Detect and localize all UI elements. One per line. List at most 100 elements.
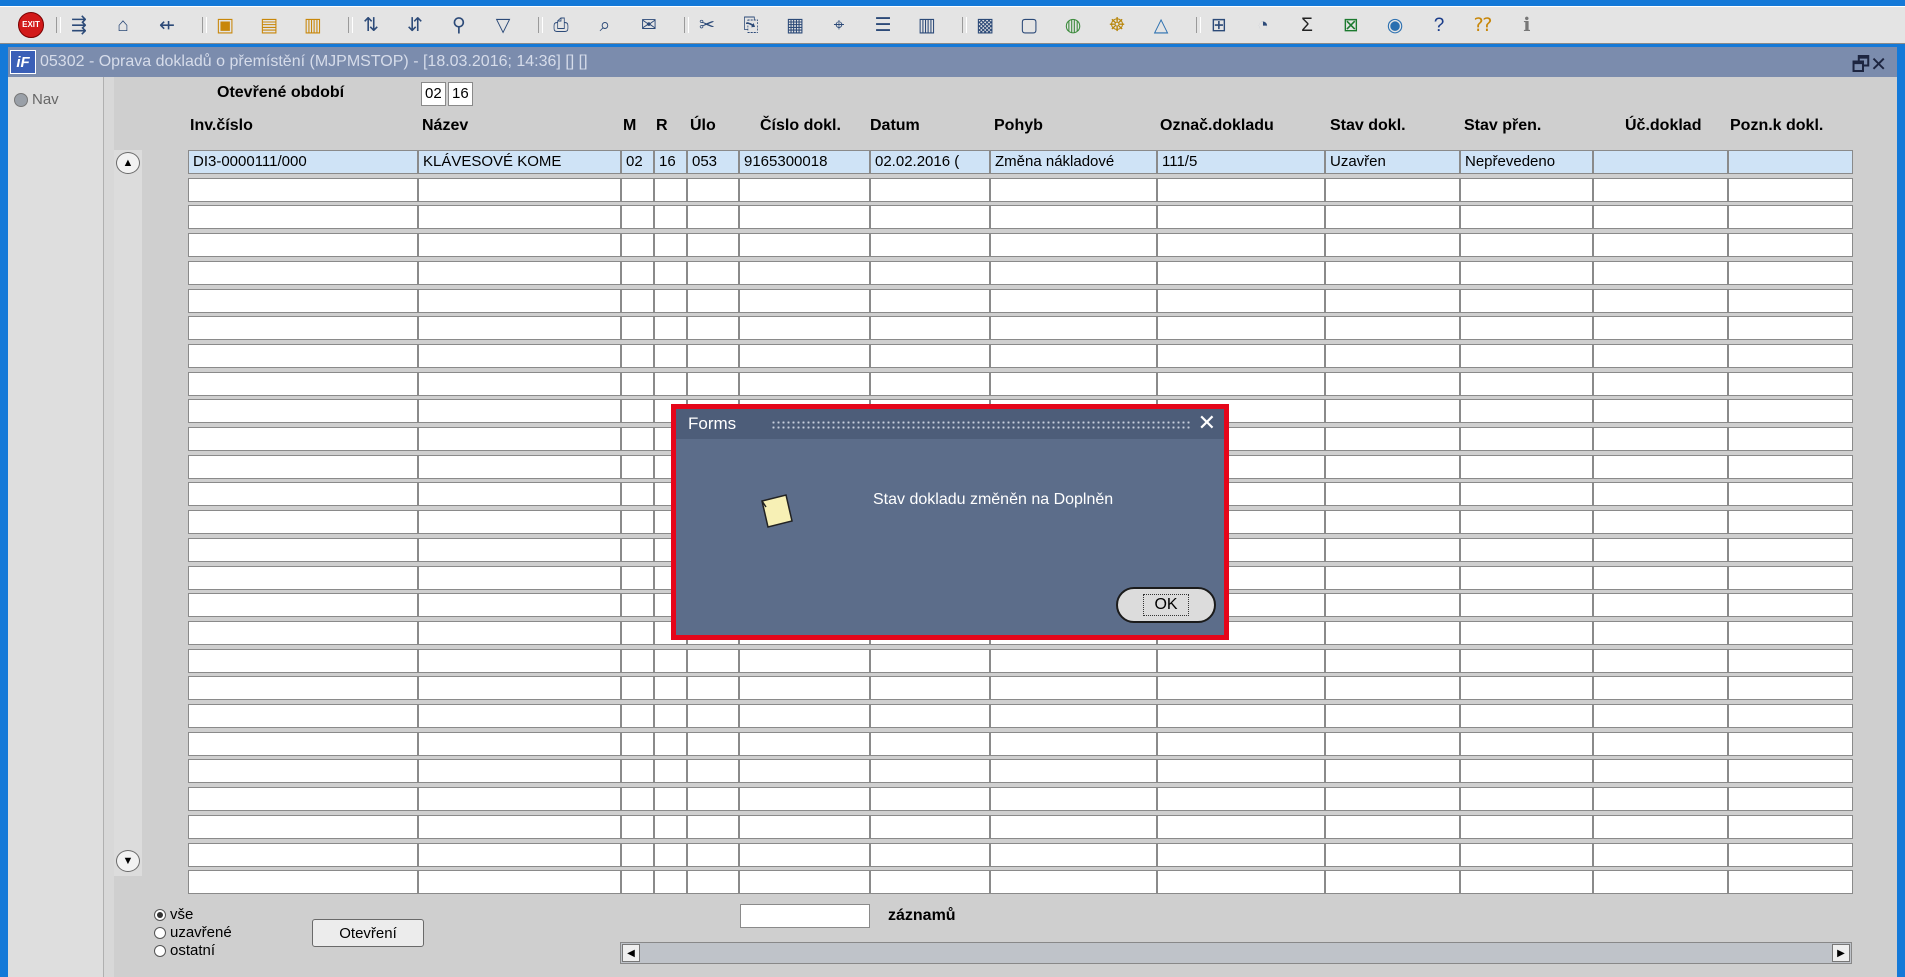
table-cell[interactable] [1157,344,1325,368]
table-cell[interactable] [1728,621,1853,645]
table-cell[interactable] [1325,704,1460,728]
table-cell[interactable] [1460,704,1593,728]
table-cell[interactable] [418,843,621,867]
table-cell[interactable] [654,178,687,202]
save-icon[interactable]: ▩ [972,13,998,37]
table-cell[interactable] [1593,787,1728,811]
table-cell[interactable] [1593,704,1728,728]
table-cell-row1[interactable]: DI3-0000111/000 [188,150,418,174]
list-icon[interactable]: ☰ [870,13,896,37]
table-cell[interactable] [870,815,990,839]
dialog-drag-grip[interactable] [771,420,1191,430]
table-cell[interactable] [990,676,1157,700]
table-cell[interactable] [418,704,621,728]
table-cell[interactable] [621,261,654,285]
nav-item[interactable]: Nav [14,91,59,108]
table-cell[interactable] [687,815,739,839]
table-cell[interactable] [1460,759,1593,783]
table-cell[interactable] [1325,399,1460,423]
table-cell[interactable] [418,593,621,617]
table-cell[interactable] [1728,289,1853,313]
table-cell[interactable] [687,261,739,285]
home-icon[interactable]: ⌂ [110,13,136,37]
table-cell[interactable] [1593,759,1728,783]
table-cell[interactable] [870,649,990,673]
filter-radio-other[interactable]: ostatní [154,942,215,959]
table-cell[interactable] [621,815,654,839]
table-cell[interactable] [870,870,990,894]
table-cell[interactable] [739,732,870,756]
table-cell[interactable] [1325,538,1460,562]
table-cell[interactable] [654,843,687,867]
table-cell[interactable] [654,815,687,839]
table-cell[interactable] [870,843,990,867]
table-cell[interactable] [870,372,990,396]
table-cell[interactable] [621,843,654,867]
delete-record-icon[interactable]: ▥ [300,13,326,37]
paste-icon[interactable]: ▦ [782,13,808,37]
table-cell[interactable] [687,843,739,867]
table-cell[interactable] [1460,289,1593,313]
table-cell[interactable] [1460,676,1593,700]
table-cell[interactable] [870,316,990,340]
table-cell[interactable] [870,344,990,368]
form-icon[interactable]: ▢ [1016,13,1042,37]
table-cell[interactable] [1460,427,1593,451]
table-cell[interactable] [1157,704,1325,728]
wheel-icon[interactable]: ☸ [1104,13,1130,37]
chart-icon[interactable]: △ [1148,13,1174,37]
table-cell[interactable] [654,316,687,340]
table-cell[interactable] [1325,593,1460,617]
table-cell[interactable] [1460,455,1593,479]
table-cell[interactable] [1460,538,1593,562]
table-cell[interactable] [1157,732,1325,756]
table-cell[interactable] [1460,621,1593,645]
table-cell[interactable] [1728,233,1853,257]
table-cell[interactable] [990,843,1157,867]
table-cell[interactable] [1325,261,1460,285]
column-header[interactable]: Datum [870,117,920,135]
table-cell[interactable] [188,399,418,423]
table-cell[interactable] [621,676,654,700]
table-cell[interactable] [1593,233,1728,257]
table-cell[interactable] [870,261,990,285]
table-cell[interactable] [1325,455,1460,479]
table-cell[interactable] [1593,732,1728,756]
table-cell[interactable] [654,372,687,396]
table-cell[interactable] [188,621,418,645]
table-cell[interactable] [1460,566,1593,590]
table-cell[interactable] [621,316,654,340]
column-header[interactable]: Pozn.k dokl. [1730,117,1823,135]
table-cell[interactable] [1157,261,1325,285]
table-cell[interactable] [188,178,418,202]
table-cell[interactable] [188,316,418,340]
table-cell[interactable] [418,759,621,783]
about-icon[interactable]: ℹ [1514,13,1540,37]
table-cell[interactable] [418,566,621,590]
table-cell[interactable] [188,482,418,506]
column-header[interactable]: Název [422,117,468,135]
tool-icon[interactable]: ⚲ [446,13,472,37]
table-cell[interactable] [990,205,1157,229]
table-cell[interactable] [1460,233,1593,257]
table-cell-row1[interactable] [1593,150,1728,174]
table-cell[interactable] [990,261,1157,285]
table-cell[interactable] [687,787,739,811]
cut-icon[interactable]: ✂ [694,13,720,37]
table-cell[interactable] [654,289,687,313]
table-cell[interactable] [1593,538,1728,562]
table-cell[interactable] [739,316,870,340]
table-cell[interactable] [1593,566,1728,590]
table-cell[interactable] [188,676,418,700]
table-cell[interactable] [870,732,990,756]
table-cell[interactable] [418,455,621,479]
table-cell[interactable] [1593,455,1728,479]
table-cell[interactable] [621,649,654,673]
table-cell[interactable] [188,759,418,783]
table-cell[interactable] [621,759,654,783]
table-cell[interactable] [1460,482,1593,506]
table-cell[interactable] [1157,649,1325,673]
table-cell[interactable] [188,566,418,590]
table-cell[interactable] [687,289,739,313]
table-cell[interactable] [188,815,418,839]
